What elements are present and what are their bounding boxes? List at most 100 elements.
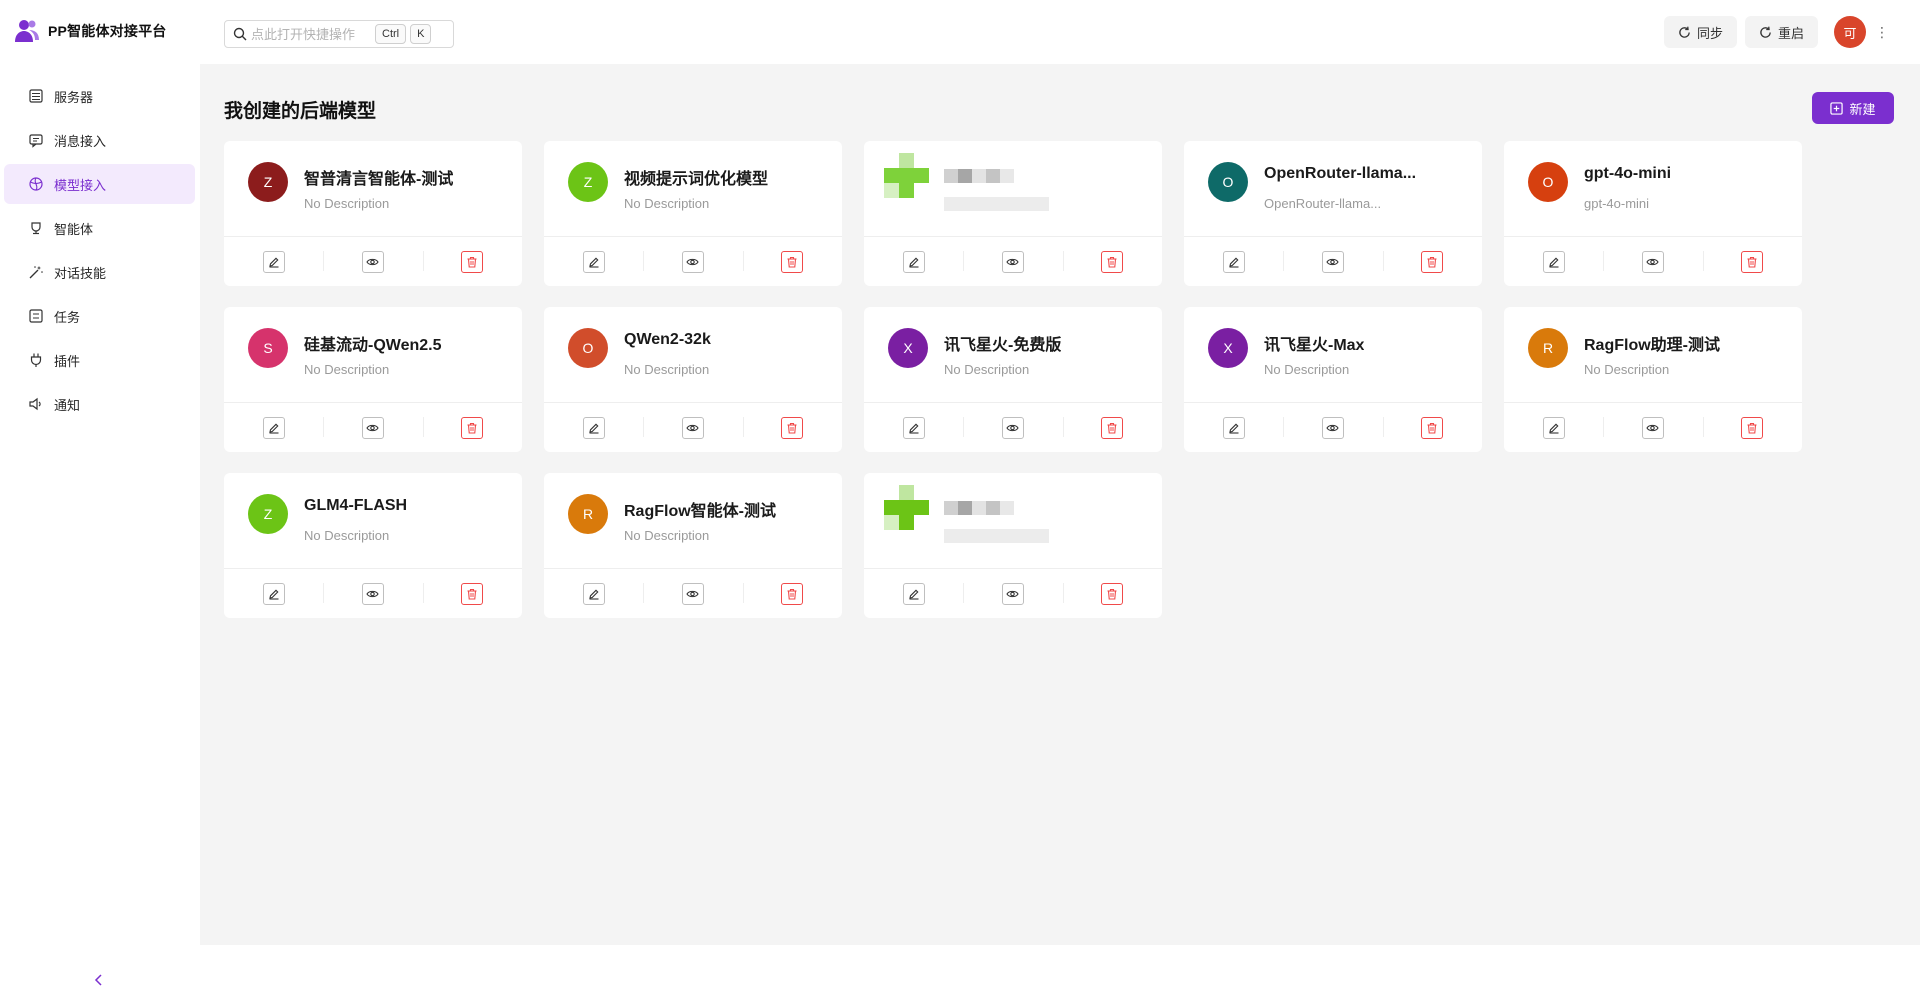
edit-icon[interactable]: [582, 416, 605, 439]
view-icon[interactable]: [1641, 250, 1664, 273]
model-name: OpenRouter-llama...: [1264, 165, 1417, 182]
sidebar-item-plugin[interactable]: 插件: [4, 340, 195, 380]
plus-square-icon: [1830, 101, 1844, 115]
search-icon: [233, 27, 247, 41]
card-actions: [544, 403, 842, 452]
model-card[interactable]: X 讯飞星火-Max No Description: [1184, 307, 1482, 452]
view-icon[interactable]: [1001, 416, 1024, 439]
delete-icon[interactable]: [1101, 582, 1124, 605]
more-vertical-icon[interactable]: ⋮: [1874, 16, 1890, 48]
view-icon[interactable]: [1001, 582, 1024, 605]
edit-icon[interactable]: [582, 582, 605, 605]
sidebar-item-label: 任务: [54, 309, 81, 325]
search-box[interactable]: Ctrl K: [224, 20, 454, 48]
delete-icon[interactable]: [1741, 250, 1764, 273]
view-icon[interactable]: [361, 582, 384, 605]
edit-icon[interactable]: [902, 582, 925, 605]
view-icon[interactable]: [681, 416, 704, 439]
view-icon[interactable]: [1641, 416, 1664, 439]
delete-icon[interactable]: [461, 416, 484, 439]
sidebar-item-model[interactable]: 模型接入: [4, 164, 195, 204]
model-card[interactable]: R RagFlow智能体-测试 No Description: [544, 473, 842, 618]
model-card[interactable]: Ogpt-4o-mini gpt-4o-mini: [1504, 141, 1802, 286]
delete-icon[interactable]: [1741, 416, 1764, 439]
edit-icon[interactable]: [262, 582, 285, 605]
sidebar-item-message[interactable]: 消息接入: [4, 120, 195, 160]
sidebar-item-skill[interactable]: 对话技能: [4, 252, 195, 292]
notify-icon: [29, 397, 41, 411]
card-actions: [864, 237, 1162, 286]
view-icon[interactable]: [1321, 250, 1344, 273]
sidebar-item-task[interactable]: 任务: [4, 296, 195, 336]
task-icon: [29, 309, 43, 323]
sync-icon: [1679, 26, 1690, 38]
delete-icon[interactable]: [781, 416, 804, 439]
edit-icon[interactable]: [1542, 416, 1565, 439]
card-actions: [1504, 403, 1802, 452]
delete-icon[interactable]: [461, 582, 484, 605]
model-avatar: Z: [248, 494, 288, 534]
model-card[interactable]: O QWen2-32k No Description: [544, 307, 842, 452]
sidebar-item-servers[interactable]: 服务器: [4, 76, 195, 116]
edit-icon[interactable]: [902, 416, 925, 439]
model-description: No Description: [304, 362, 390, 377]
delete-icon[interactable]: [781, 582, 804, 605]
view-icon[interactable]: [361, 416, 384, 439]
delete-icon[interactable]: [1421, 250, 1444, 273]
search-input[interactable]: [251, 26, 371, 42]
model-name: GLM4-FLASH: [304, 497, 408, 514]
edit-icon[interactable]: [582, 250, 605, 273]
obscured-description: [944, 197, 1054, 211]
edit-icon[interactable]: [902, 250, 925, 273]
model-card[interactable]: Z 智普清言智能体-测试 No Description: [224, 141, 522, 286]
card-actions: [224, 569, 522, 618]
view-icon[interactable]: [361, 250, 384, 273]
chevron-left-icon[interactable]: [92, 972, 106, 993]
model-name: 硅基流动-QWen2.5: [304, 337, 442, 354]
delete-icon[interactable]: [781, 250, 804, 273]
view-icon[interactable]: [1321, 416, 1344, 439]
sidebar-item-label: 对话技能: [54, 265, 107, 281]
model-card[interactable]: O OpenRouter-llama... OpenRouter-llama...: [1184, 141, 1482, 286]
delete-icon[interactable]: [461, 250, 484, 273]
card-actions: [544, 569, 842, 618]
sidebar-item-agent[interactable]: 智能体: [4, 208, 195, 248]
model-description: No Description: [304, 528, 390, 543]
model-card[interactable]: S 硅基流动-QWen2.5 No Description: [224, 307, 522, 452]
view-icon[interactable]: [681, 582, 704, 605]
model-name: 讯飞星火-Max: [1264, 337, 1365, 354]
model-card[interactable]: Z GLM4-FLASH No Description: [224, 473, 522, 618]
model-card[interactable]: [864, 141, 1162, 286]
sidebar-item-notify[interactable]: 通知: [4, 384, 195, 424]
model-description: No Description: [1264, 362, 1350, 377]
shortcut-key-k: K: [410, 24, 432, 44]
delete-icon[interactable]: [1101, 416, 1124, 439]
edit-icon[interactable]: [262, 416, 285, 439]
card-actions: [544, 237, 842, 286]
user-avatar[interactable]: 可: [1834, 16, 1866, 48]
model-card[interactable]: X 讯飞星火-免费版 No Description: [864, 307, 1162, 452]
obscured-title: [944, 163, 1054, 187]
model-card[interactable]: Z 视频提示词优化模型 No Description: [544, 141, 842, 286]
restart-icon: [1760, 26, 1771, 38]
view-icon[interactable]: [681, 250, 704, 273]
obscured-title: [944, 495, 1054, 519]
edit-icon[interactable]: [1222, 416, 1245, 439]
users-logo-icon: [15, 20, 39, 42]
view-icon[interactable]: [1001, 250, 1024, 273]
model-card[interactable]: [864, 473, 1162, 618]
model-name: 讯飞星火-免费版: [944, 337, 1062, 354]
restart-button[interactable]: 重启: [1744, 16, 1818, 48]
new-button-label: 新建: [1849, 101, 1876, 117]
edit-icon[interactable]: [1542, 250, 1565, 273]
edit-icon[interactable]: [262, 250, 285, 273]
edit-icon[interactable]: [1222, 250, 1245, 273]
sync-button[interactable]: 同步: [1663, 16, 1737, 48]
new-button[interactable]: 新建: [1812, 92, 1894, 124]
model-avatar: R: [568, 494, 608, 534]
card-actions: [1184, 403, 1482, 452]
card-actions: [224, 403, 522, 452]
delete-icon[interactable]: [1421, 416, 1444, 439]
delete-icon[interactable]: [1101, 250, 1124, 273]
model-card[interactable]: R RagFlow助理-测试 No Description: [1504, 307, 1802, 452]
